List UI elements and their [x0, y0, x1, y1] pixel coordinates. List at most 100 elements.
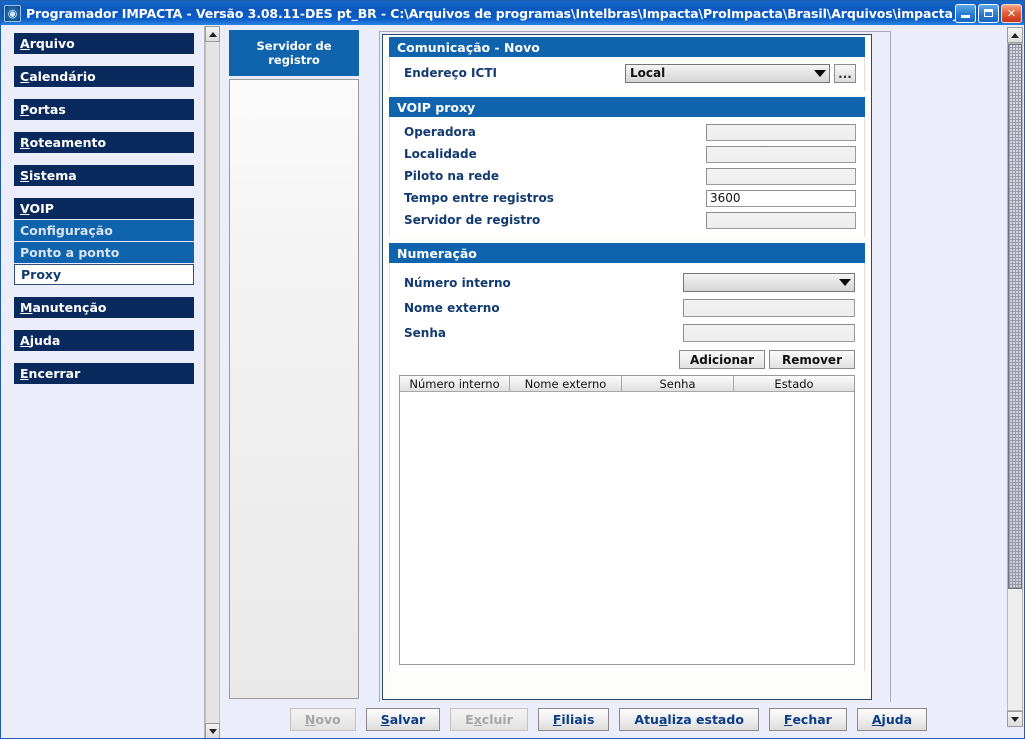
tab-label: Servidor de registro [256, 39, 332, 67]
salvar-button[interactable]: Salvar [365, 707, 441, 731]
window-scroll-up-button[interactable] [1007, 27, 1023, 43]
sidebar-item-roteamento[interactable]: Roteamento [14, 132, 194, 153]
tab-content-placeholder [229, 79, 359, 699]
triangle-down-icon [1011, 716, 1019, 722]
numero-interno-label: Número interno [404, 275, 511, 290]
sidebar-scrollbar-track[interactable] [205, 42, 220, 723]
form-scroll-area: Comunicação - Novo Endereço ICTI Local .… [382, 34, 872, 700]
tab-servidor-de-registro[interactable]: Servidor de registro [229, 30, 359, 76]
remover-button[interactable]: Remover [769, 350, 855, 369]
sidebar-item-label: Encerrar [20, 366, 81, 381]
sidebar-item-calendario[interactable]: Calendário [14, 66, 194, 87]
sidebar-item-encerrar[interactable]: Encerrar [14, 363, 194, 384]
minimize-button[interactable] [955, 3, 976, 23]
sidebar-scrollbar[interactable] [204, 26, 220, 738]
adicionar-button[interactable]: Adicionar [679, 350, 765, 369]
field-row-senha: Senha [390, 320, 864, 345]
section-body-numeracao: Número interno Nome externo Senha Adicio… [389, 263, 865, 671]
sidebar-item-label: Arquivo [20, 36, 75, 51]
piloto-na-rede-input[interactable] [706, 167, 856, 185]
bottom-button-bar: Novo Salvar Ex cluir Filiais Atu a liza est… [221, 702, 996, 736]
sidebar-menu-list: Arquivo Calendário Portas Roteamento Sis… [2, 26, 205, 738]
localidade-input[interactable] [706, 145, 856, 163]
nome-externo-label: Nome externo [404, 300, 500, 315]
app-icon: ◉ [4, 4, 21, 22]
atualiza-estado-button[interactable]: Atu a liza estado [619, 707, 759, 731]
triangle-up-icon [1011, 32, 1019, 38]
sidebar-item-label: Proxy [21, 267, 62, 282]
tempo-entre-registros-label: Tempo entre registros [404, 191, 554, 205]
endereco-icti-label: Endereço ICTI [404, 66, 497, 80]
sidebar-item-sistema[interactable]: Sistema [14, 165, 194, 186]
localidade-label: Localidade [404, 147, 477, 161]
sidebar-item-portas[interactable]: Portas [14, 99, 194, 120]
field-row-operadora: Operadora [390, 121, 864, 143]
tempo-entre-registros-input[interactable]: 3600 [706, 189, 856, 207]
endereco-icti-browse-button[interactable]: ... [834, 63, 856, 83]
tab-column: Servidor de registro [229, 30, 359, 702]
field-row-servidor-de-registro: Servidor de registro [390, 209, 864, 231]
servidor-de-registro-input[interactable] [706, 211, 856, 229]
window-scrollbar-thumb[interactable] [1008, 44, 1022, 589]
main-form-panel: Comunicação - Novo Endereço ICTI Local .… [379, 31, 891, 703]
sidebar-item-ajuda[interactable]: Ajuda [14, 330, 194, 351]
field-row-numero-interno: Número interno [390, 270, 864, 295]
fechar-button[interactable]: Fechar [768, 707, 847, 731]
application-window: ◉ Programador IMPACTA - Versão 3.08.11-D… [0, 0, 1025, 739]
window-scroll-down-button[interactable] [1007, 711, 1023, 727]
servidor-de-registro-label: Servidor de registro [404, 213, 541, 227]
sidebar-item-label: Portas [20, 102, 66, 117]
section-header-numeracao: Numeração [389, 243, 865, 263]
section-body-voip-proxy: Operadora Localidade Piloto na rede Temp… [389, 117, 865, 237]
table-column-nome-externo[interactable]: Nome externo [510, 376, 622, 392]
chevron-down-icon[interactable] [836, 274, 854, 291]
window-controls: ✕ [955, 3, 1022, 23]
excluir-button[interactable]: Ex cluir [450, 707, 528, 731]
sidebar-item-ponto-a-ponto[interactable]: Ponto a ponto [14, 242, 194, 263]
table-column-numero-interno[interactable]: Número interno [400, 376, 510, 392]
ajuda-button[interactable]: Ajuda [856, 707, 928, 731]
chevron-down-icon[interactable] [811, 65, 829, 82]
filiais-button[interactable]: Filiais [537, 707, 610, 731]
table-column-estado[interactable]: Estado [734, 376, 854, 392]
sidebar-item-manutencao[interactable]: Manutenção [14, 297, 194, 318]
sidebar-item-label: Calendário [20, 69, 96, 84]
numeracao-table: Número interno Nome externo Senha Estado [399, 375, 855, 665]
operadora-input[interactable] [706, 123, 856, 141]
field-row-endereco-icti: Endereço ICTI Local ... [390, 61, 864, 85]
sidebar-item-label: Manutenção [20, 300, 107, 315]
novo-button[interactable]: Novo [289, 707, 356, 731]
sidebar-item-label: Configuração [20, 223, 113, 238]
endereco-icti-value: Local [630, 66, 666, 80]
triangle-up-icon [208, 31, 217, 37]
sidebar-scroll-up-button[interactable] [205, 26, 220, 42]
sidebar-item-proxy[interactable]: Proxy [14, 264, 194, 285]
field-row-tempo-entre-registros: Tempo entre registros 3600 [390, 187, 864, 209]
section-title: VOIP proxy [397, 99, 476, 115]
sidebar-item-label: VOIP [20, 201, 54, 216]
sidebar-item-label: Ajuda [20, 333, 61, 348]
senha-label: Senha [404, 325, 446, 340]
maximize-button[interactable] [978, 3, 999, 23]
sidebar-item-configuracao[interactable]: Configuração [14, 220, 194, 241]
table-column-senha[interactable]: Senha [622, 376, 734, 392]
sidebar-item-label: Roteamento [20, 135, 107, 150]
piloto-na-rede-label: Piloto na rede [404, 169, 500, 183]
section-title: Numeração [397, 245, 477, 261]
nome-externo-input[interactable] [683, 298, 855, 317]
window-title: Programador IMPACTA - Versão 3.08.11-DES… [26, 5, 955, 21]
window-scrollbar[interactable] [1007, 27, 1023, 727]
numero-interno-combo[interactable] [683, 273, 855, 292]
table-header-row: Número interno Nome externo Senha Estado [400, 376, 854, 392]
sidebar-item-label: Sistema [20, 168, 77, 183]
section-body-comunicacao: Endereço ICTI Local ... [389, 57, 865, 91]
sidebar: Arquivo Calendário Portas Roteamento Sis… [2, 26, 220, 738]
sidebar-item-arquivo[interactable]: Arquivo [14, 33, 194, 54]
close-button[interactable]: ✕ [1001, 3, 1022, 23]
endereco-icti-combo[interactable]: Local [625, 63, 830, 83]
sidebar-scroll-down-button[interactable] [205, 723, 220, 738]
operadora-label: Operadora [404, 125, 476, 139]
sidebar-item-label: Ponto a ponto [20, 245, 120, 260]
sidebar-item-voip[interactable]: VOIP [14, 198, 194, 219]
senha-input[interactable] [683, 323, 855, 342]
